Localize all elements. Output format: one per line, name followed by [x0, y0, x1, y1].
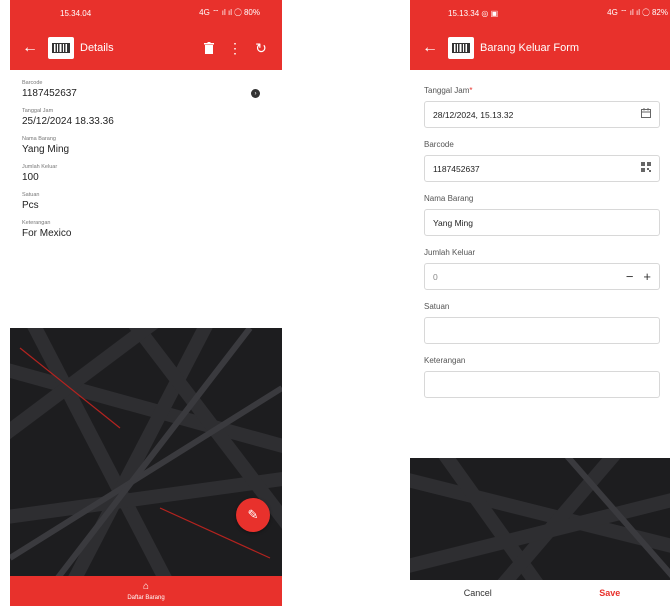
field-barcode: Barcode 1187452637 › — [22, 80, 270, 99]
bottom-nav-label: Daftar Barang — [127, 594, 165, 601]
background-pattern-graphic — [10, 328, 282, 576]
required-marker: * — [469, 86, 473, 95]
field-value: Yang Ming — [22, 144, 70, 155]
back-icon[interactable]: ← — [418, 36, 442, 60]
form-field-nama-barang: Nama Barang Yang Ming — [424, 194, 660, 236]
save-button[interactable]: Save — [599, 588, 620, 598]
form-actions: Cancel Save — [410, 580, 670, 606]
field-jumlah-keluar: Jumlah Keluar 100 — [22, 164, 270, 183]
page-title: Barang Keluar Form — [480, 42, 580, 54]
quantity-stepper: − + — [626, 269, 651, 284]
details-screen: 15.34.04 4G ⌔ ıl ıl ◯ 80% ← Details ⋮ ↻ … — [10, 0, 282, 606]
jumlah-keluar-input[interactable]: 0 − + — [424, 263, 660, 290]
page-title: Details — [80, 42, 114, 54]
qr-scan-icon[interactable] — [641, 162, 651, 175]
form-field-jumlah-keluar: Jumlah Keluar 0 − + — [424, 248, 660, 290]
field-keterangan: Keterangan For Mexico — [22, 220, 270, 239]
edit-icon: ✎ — [247, 507, 259, 522]
field-value: 1187452637 — [22, 88, 77, 99]
form-field-satuan: Satuan — [424, 302, 660, 344]
form-field-tanggal-jam: Tanggal Jam* 28/12/2024, 15.13.32 — [424, 86, 660, 128]
status-bar: 15.34.04 4G ⌔ ıl ıl ◯ 80% — [10, 0, 282, 26]
status-time: 15.13.34 ◎ ▣ — [448, 8, 499, 18]
chevron-right-icon[interactable]: › — [251, 89, 260, 98]
field-label: Nama Barang — [22, 136, 56, 142]
app-bar: ← Barang Keluar Form — [410, 26, 670, 70]
status-bar: 15.13.34 ◎ ▣ 4G ⌔ ıl ıl ◯ 82% — [410, 0, 670, 26]
details-panel: Barcode 1187452637 › Tanggal Jam 25/12/20… — [10, 70, 282, 328]
form-field-keterangan: Keterangan — [424, 356, 660, 398]
field-label: Tanggal Jam — [22, 108, 54, 114]
background-pattern — [410, 458, 670, 580]
keterangan-input[interactable] — [424, 371, 660, 398]
status-time: 15.34.04 — [60, 8, 92, 18]
field-label: Keterangan — [22, 220, 51, 226]
delete-icon[interactable] — [196, 36, 222, 60]
status-indicators: 4G ⌔ ıl ıl ◯ 82% — [607, 8, 668, 17]
form-label: Barcode — [424, 140, 454, 149]
bottom-nav-daftar-barang[interactable]: ⌂ Daftar Barang — [10, 576, 282, 606]
calendar-icon[interactable] — [641, 108, 651, 121]
form-label: Satuan — [424, 302, 450, 311]
warehouse-icon: ⌂ — [142, 580, 150, 592]
more-icon[interactable]: ⋮ — [222, 36, 248, 60]
form-field-barcode: Barcode 1187452637 — [424, 140, 660, 182]
form-label: Tanggal Jam* — [424, 86, 473, 95]
field-value: 100 — [22, 172, 39, 183]
logo-icon — [448, 37, 474, 59]
form-label: Jumlah Keluar — [424, 248, 476, 257]
field-label: Barcode — [22, 80, 43, 86]
field-value: For Mexico — [22, 228, 72, 239]
field-tanggal-jam: Tanggal Jam 25/12/2024 18.33.36 — [22, 108, 270, 127]
form-label: Nama Barang — [424, 194, 474, 203]
form-label: Keterangan — [424, 356, 466, 365]
app-bar: ← Details ⋮ ↻ — [10, 26, 282, 70]
status-indicators: 4G ⌔ ıl ıl ◯ 80% — [199, 8, 260, 17]
logo-icon — [48, 37, 74, 59]
field-value: Pcs — [22, 200, 39, 211]
edit-button[interactable]: ✎ — [236, 498, 270, 532]
refresh-icon[interactable]: ↻ — [248, 36, 274, 60]
barcode-input[interactable]: 1187452637 — [424, 155, 660, 182]
nama-barang-input[interactable]: Yang Ming — [424, 209, 660, 236]
satuan-input[interactable] — [424, 317, 660, 344]
field-nama-barang: Nama Barang Yang Ming — [22, 136, 270, 155]
minus-icon[interactable]: − — [626, 269, 634, 284]
tanggal-jam-input[interactable]: 28/12/2024, 15.13.32 — [424, 101, 660, 128]
barang-keluar-form: Tanggal Jam* 28/12/2024, 15.13.32 Barcod… — [410, 70, 670, 398]
field-label: Jumlah Keluar — [22, 164, 58, 170]
form-screen: 15.13.34 ◎ ▣ 4G ⌔ ıl ıl ◯ 82% ← Barang K… — [410, 0, 670, 606]
field-label: Satuan — [22, 192, 40, 198]
field-satuan: Satuan Pcs — [22, 192, 270, 211]
field-value: 25/12/2024 18.33.36 — [22, 116, 114, 127]
background-pattern-graphic — [410, 458, 670, 580]
background-pattern: ✎ — [10, 328, 282, 576]
back-icon[interactable]: ← — [18, 36, 42, 60]
cancel-button[interactable]: Cancel — [464, 588, 492, 598]
plus-icon[interactable]: + — [643, 269, 651, 284]
